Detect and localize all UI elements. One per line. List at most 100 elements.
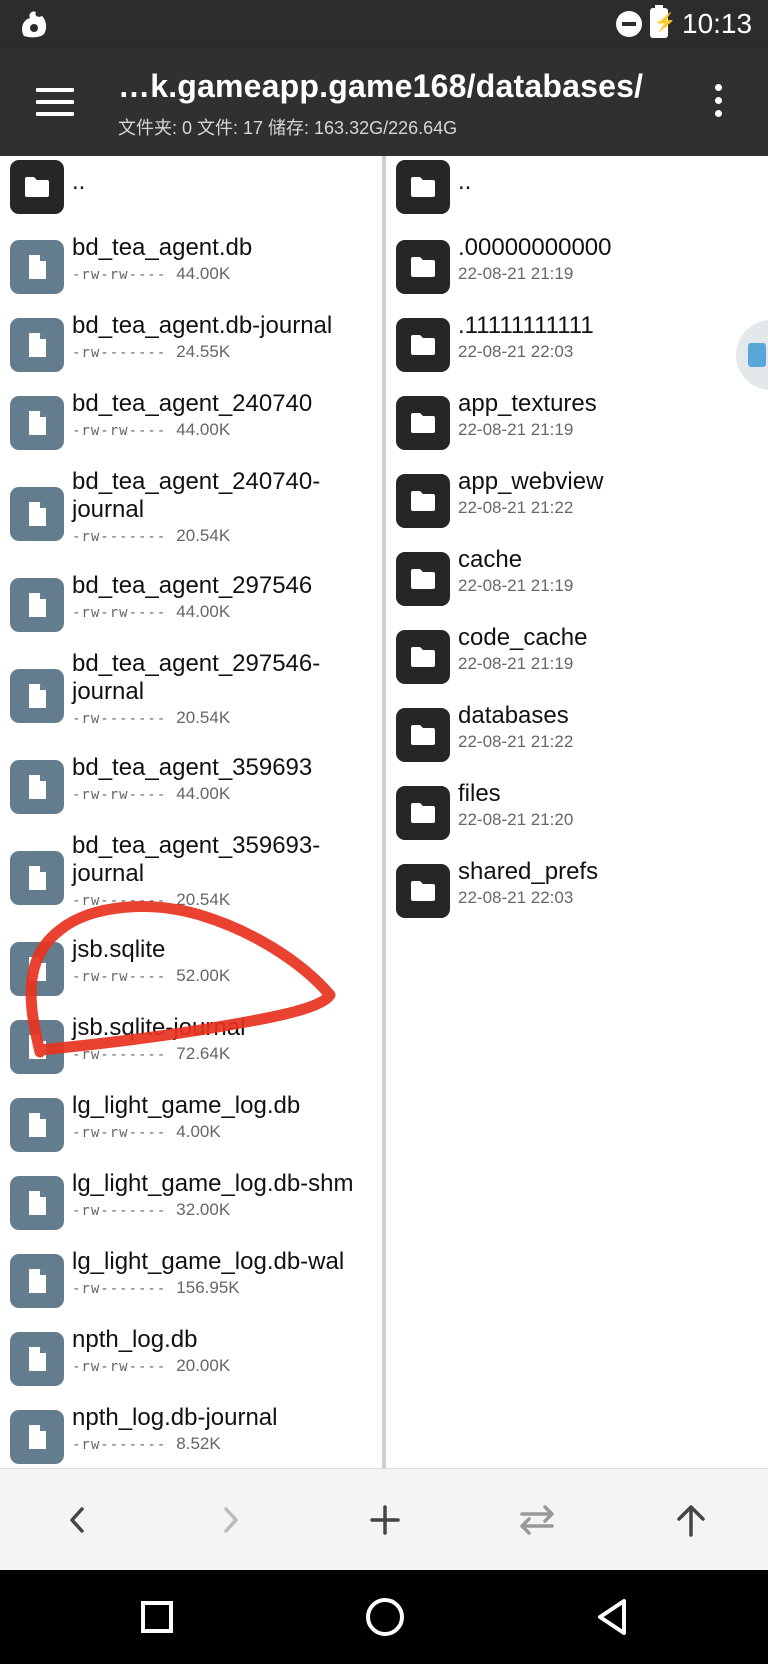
back-icon[interactable]	[52, 1495, 102, 1545]
add-icon[interactable]	[360, 1495, 410, 1545]
more-options-icon[interactable]	[712, 84, 724, 124]
forward-icon[interactable]	[206, 1495, 256, 1545]
folder-row[interactable]: databases 22-08-21 21:22	[386, 696, 768, 774]
parent-dir-label: ..	[72, 168, 86, 195]
file-meta: -rw-rw---- 52.00K	[72, 966, 230, 987]
system-navigation-bar	[0, 1570, 768, 1664]
file-row[interactable]: bd_tea_agent_240740 -rw-rw---- 44.00K	[0, 384, 382, 462]
folder-icon	[396, 786, 450, 840]
file-permissions: -rw-rw----	[72, 605, 167, 621]
file-row[interactable]: jsb.sqlite -rw-rw---- 52.00K	[0, 930, 382, 1008]
left-file-pane[interactable]: .. bd_tea_agent.db -rw-rw---- 44.00K bd_tea_…	[0, 156, 386, 1468]
file-permissions: -rw-rw----	[72, 787, 167, 803]
file-meta: -rw------- 20.54K	[72, 526, 230, 547]
folder-name: cache	[458, 546, 523, 573]
file-name: lg_light_game_log.db	[72, 1092, 301, 1119]
folder-date: 22-08-21 21:20	[458, 810, 574, 829]
folder-row[interactable]: app_textures 22-08-21 21:19	[386, 384, 768, 462]
home-icon[interactable]	[360, 1592, 410, 1642]
folder-date: 22-08-21 21:19	[458, 654, 574, 673]
file-row[interactable]: npth_log.db -rw-rw---- 20.00K	[0, 1320, 382, 1398]
file-name: bd_tea_agent_359693	[72, 754, 313, 781]
status-bar: ⚡ 10:13	[0, 0, 768, 48]
squirrel-app-icon	[22, 11, 47, 38]
file-meta: -rw------- 8.52K	[72, 1434, 221, 1455]
file-name: bd_tea_agent_240740-	[72, 468, 321, 495]
file-meta: -rw-rw---- 44.00K	[72, 264, 230, 285]
file-name: jsb.sqlite-journal	[72, 1014, 246, 1041]
menu-icon[interactable]	[36, 88, 74, 118]
file-icon	[10, 578, 64, 632]
file-meta: -rw-rw---- 20.00K	[72, 1356, 230, 1377]
folder-row[interactable]: app_webview 22-08-21 21:22	[386, 462, 768, 540]
file-size: 32.00K	[176, 1200, 231, 1219]
parent-dir-row[interactable]: ..	[0, 156, 382, 228]
recents-icon[interactable]	[132, 1592, 182, 1642]
file-size: 44.00K	[176, 784, 231, 803]
file-icon	[10, 942, 64, 996]
file-icon	[10, 1176, 64, 1230]
file-row[interactable]: jsb.sqlite-journal -rw------- 72.64K	[0, 1008, 382, 1086]
file-meta: -rw-rw---- 44.00K	[72, 420, 230, 441]
right-file-pane[interactable]: .. .00000000000 22-08-21 21:19 .11111111111…	[386, 156, 768, 1468]
folder-icon	[396, 160, 450, 214]
storage-summary: 文件夹: 0 文件: 17 储存: 163.32G/226.64G	[118, 118, 458, 138]
swap-icon[interactable]	[512, 1495, 562, 1545]
file-permissions: -rw-------	[72, 711, 167, 727]
file-name: lg_light_game_log.db-shm	[72, 1170, 354, 1197]
file-row[interactable]: lg_light_game_log.db-shm -rw------- 32.00K	[0, 1164, 382, 1242]
file-row[interactable]: bd_tea_agent.db -rw-rw---- 44.00K	[0, 228, 382, 306]
file-row[interactable]: lg_light_game_log.db -rw-rw---- 4.00K	[0, 1086, 382, 1164]
folder-row[interactable]: code_cache 22-08-21 21:19	[386, 618, 768, 696]
file-row[interactable]: npth_log.db-journal -rw------- 8.52K	[0, 1398, 382, 1468]
file-icon	[10, 240, 64, 294]
file-row[interactable]: bd_tea_agent_359693 -rw-rw---- 44.00K	[0, 748, 382, 826]
file-row[interactable]: bd_tea_agent_297546 -rw-rw---- 44.00K	[0, 566, 382, 644]
file-icon	[10, 318, 64, 372]
folder-row[interactable]: shared_prefs 22-08-21 22:03	[386, 852, 768, 930]
file-icon	[10, 851, 64, 905]
folder-row[interactable]: .11111111111 22-08-21 22:03	[386, 306, 768, 384]
folder-name: app_webview	[458, 468, 604, 495]
bottom-toolbar	[0, 1468, 768, 1571]
file-size: 4.00K	[176, 1122, 221, 1141]
battery-charging-icon: ⚡	[650, 5, 676, 38]
file-meta: -rw------- 20.54K	[72, 890, 230, 911]
file-name: bd_tea_agent_359693-	[72, 832, 321, 859]
file-name: bd_tea_agent.db-journal	[72, 312, 333, 339]
folder-row[interactable]: .00000000000 22-08-21 21:19	[386, 228, 768, 306]
file-row[interactable]: lg_light_game_log.db-wal -rw------- 156.95…	[0, 1242, 382, 1320]
parent-dir-row[interactable]: ..	[386, 156, 768, 228]
folder-date: 22-08-21 21:19	[458, 264, 574, 283]
file-icon	[10, 1020, 64, 1074]
file-permissions: -rw-rw----	[72, 1359, 167, 1375]
folder-row[interactable]: cache 22-08-21 21:19	[386, 540, 768, 618]
file-meta: -rw-rw---- 44.00K	[72, 784, 230, 805]
folder-name: files	[458, 780, 501, 807]
file-row[interactable]: bd_tea_agent_297546- journal -rw------- 20.…	[0, 644, 382, 748]
file-permissions: -rw-------	[72, 1047, 167, 1063]
file-meta: -rw------- 32.00K	[72, 1200, 230, 1221]
folder-icon	[396, 708, 450, 762]
app-bar: …k.gameapp.game168/databases/ 文件夹: 0 文件:…	[0, 48, 768, 156]
back-nav-icon[interactable]	[588, 1592, 638, 1642]
file-size: 72.64K	[176, 1044, 231, 1063]
file-permissions: -rw-rw----	[72, 1125, 167, 1141]
folder-row[interactable]: files 22-08-21 21:20	[386, 774, 768, 852]
parent-dir-label: ..	[458, 168, 472, 195]
folder-name: code_cache	[458, 624, 588, 651]
file-name-continued: journal	[72, 860, 145, 887]
file-meta: -rw------- 24.55K	[72, 342, 230, 363]
file-row[interactable]: bd_tea_agent_359693- journal -rw------- 20.…	[0, 826, 382, 930]
file-meta: -rw-rw---- 44.00K	[72, 602, 230, 623]
file-row[interactable]: bd_tea_agent.db-journal -rw------- 24.55K	[0, 306, 382, 384]
file-permissions: -rw-------	[72, 1437, 167, 1453]
file-icon	[10, 669, 64, 723]
file-row[interactable]: bd_tea_agent_240740- journal -rw------- 20.…	[0, 462, 382, 566]
file-name: bd_tea_agent_240740	[72, 390, 313, 417]
file-size: 44.00K	[176, 420, 231, 439]
up-icon[interactable]	[666, 1495, 716, 1545]
file-permissions: -rw-rw----	[72, 969, 167, 985]
folder-name: shared_prefs	[458, 858, 599, 885]
folder-icon	[10, 160, 64, 214]
